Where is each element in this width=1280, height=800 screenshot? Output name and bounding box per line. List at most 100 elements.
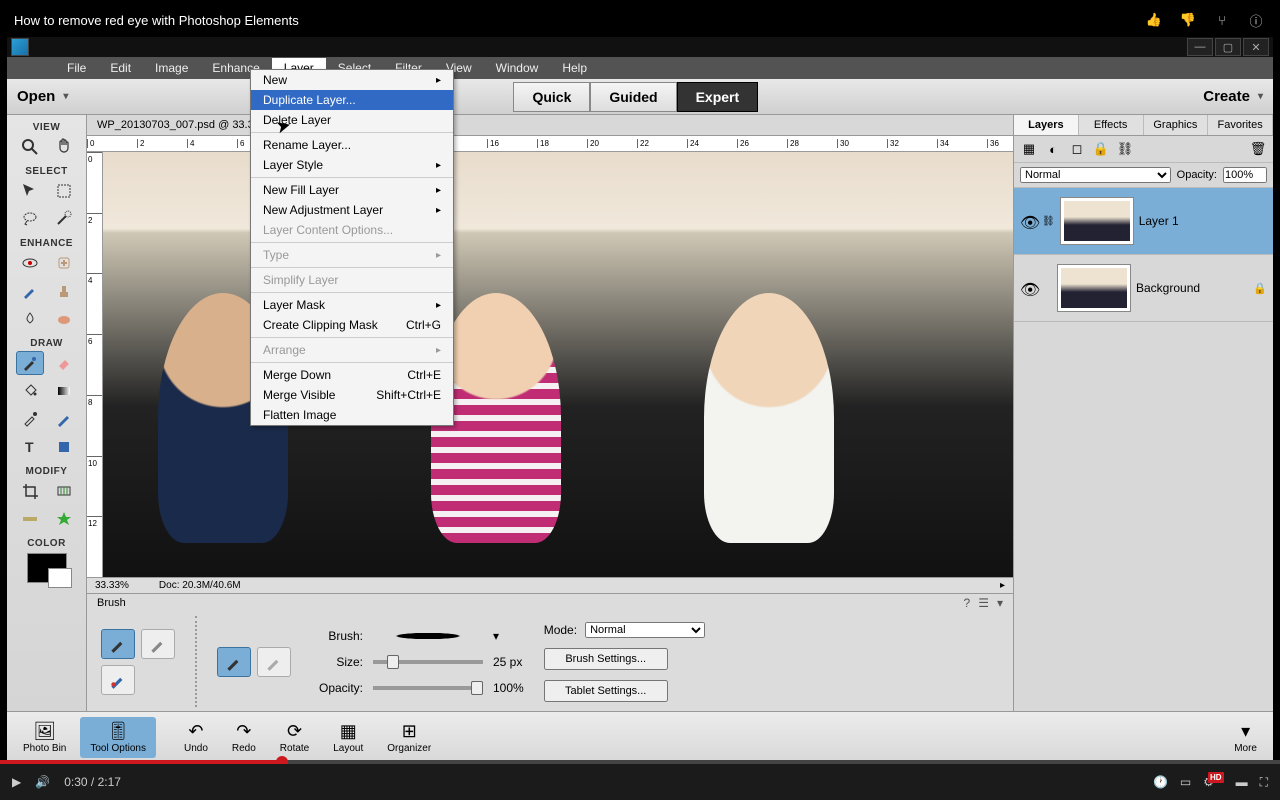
brush-tool[interactable] xyxy=(16,351,44,375)
delete-layer-icon[interactable]: 🗑 xyxy=(1249,140,1267,158)
zoom-tool[interactable] xyxy=(16,135,44,159)
panel-tab-layers[interactable]: Layers xyxy=(1014,115,1079,135)
mode-select[interactable]: Normal xyxy=(585,622,705,638)
help-icon[interactable]: ? xyxy=(964,596,971,610)
blend-mode-select[interactable]: Normal xyxy=(1020,167,1171,183)
statusbar-arrow-icon[interactable]: ▸ xyxy=(1000,580,1005,591)
link-layers-icon[interactable]: ⛓ xyxy=(1116,140,1134,158)
redo-button[interactable]: ↷Redo xyxy=(222,717,266,758)
collapse-icon[interactable]: ▾ xyxy=(997,596,1003,610)
type-tool[interactable]: T xyxy=(16,435,44,459)
layer-thumbnail[interactable] xyxy=(1058,265,1130,311)
menu-layer-mask[interactable]: Layer Mask xyxy=(251,295,453,315)
menu-layer-style[interactable]: Layer Style xyxy=(251,155,453,175)
menu-image[interactable]: Image xyxy=(143,58,200,78)
document-tab[interactable]: WP_20130703_007.psd @ 33.3% (Layer 1, RG… xyxy=(87,115,1013,136)
thumbs-down-icon[interactable]: 👎 xyxy=(1178,10,1198,30)
menu-edit[interactable]: Edit xyxy=(98,58,143,78)
brush-settings-button[interactable]: Brush Settings... xyxy=(544,648,668,670)
spot-heal-tool[interactable] xyxy=(50,251,78,275)
tool-options-button[interactable]: 🎚Tool Options xyxy=(80,717,156,758)
menu-window[interactable]: Window xyxy=(484,58,551,78)
visibility-icon[interactable]: 👁 xyxy=(1020,280,1036,296)
menu-duplicate-layer[interactable]: Duplicate Layer... xyxy=(251,90,453,110)
info-icon[interactable]: ⓘ xyxy=(1246,10,1266,30)
size-slider[interactable] xyxy=(373,660,483,664)
menu-file[interactable]: File xyxy=(55,58,98,78)
marquee-tool[interactable] xyxy=(50,179,78,203)
brush-variant-impressionist[interactable] xyxy=(141,629,175,659)
menu-new-adjustment-layer[interactable]: New Adjustment Layer xyxy=(251,200,453,220)
layer-thumbnail[interactable] xyxy=(1061,198,1133,244)
more-button[interactable]: ▾More xyxy=(1224,717,1267,758)
share-icon[interactable]: ⑂ xyxy=(1212,10,1232,30)
visibility-icon[interactable]: 👁 xyxy=(1020,213,1036,229)
blur-tool[interactable] xyxy=(16,307,44,331)
menu-help[interactable]: Help xyxy=(550,58,599,78)
brush-mode-paint[interactable] xyxy=(217,647,251,677)
menu-merge-down[interactable]: Merge DownCtrl+E xyxy=(251,365,453,385)
menu-flatten-image[interactable]: Flatten Image xyxy=(251,405,453,425)
lock-layer-icon[interactable]: 🔒 xyxy=(1092,140,1110,158)
clone-stamp-tool[interactable] xyxy=(50,279,78,303)
brush-mode-airbrush[interactable] xyxy=(257,647,291,677)
sponge-tool[interactable] xyxy=(50,307,78,331)
layer-name[interactable]: Layer 1 xyxy=(1139,214,1179,228)
adjustment-layer-icon[interactable]: ◐ xyxy=(1044,140,1062,158)
options-menu-icon[interactable]: ☰ xyxy=(978,596,989,610)
close-button[interactable]: ✕ xyxy=(1243,38,1269,56)
redeye-tool[interactable] xyxy=(16,251,44,275)
menu-rename-layer[interactable]: Rename Layer... xyxy=(251,135,453,155)
color-swatches[interactable] xyxy=(27,553,67,583)
menu-new[interactable]: New xyxy=(251,70,453,90)
opacity-slider[interactable] xyxy=(373,686,483,690)
watch-later-icon[interactable]: 🕐 xyxy=(1153,775,1168,789)
volume-icon[interactable]: 🔊 xyxy=(35,775,50,789)
layer-mask-icon[interactable]: ◻ xyxy=(1068,140,1086,158)
layer-name[interactable]: Background xyxy=(1136,281,1200,295)
brush-preview[interactable] xyxy=(373,629,483,643)
menu-create-clipping-mask[interactable]: Create Clipping MaskCtrl+G xyxy=(251,315,453,335)
fullscreen-icon[interactable]: ⛶ xyxy=(1260,775,1268,790)
photo-bin-button[interactable]: 🖼Photo Bin xyxy=(13,717,76,758)
layer-opacity-input[interactable] xyxy=(1223,167,1267,183)
brush-variant-brush[interactable] xyxy=(101,629,135,659)
layer-row[interactable]: 👁 ⛓ Layer 1 xyxy=(1014,188,1273,255)
mode-expert[interactable]: Expert xyxy=(677,82,759,112)
tablet-settings-button[interactable]: Tablet Settings... xyxy=(544,680,668,702)
mode-quick[interactable]: Quick xyxy=(513,82,590,112)
maximize-button[interactable]: ▢ xyxy=(1215,38,1241,56)
create-button[interactable]: Create xyxy=(1203,88,1263,105)
new-layer-icon[interactable]: ▦ xyxy=(1020,140,1038,158)
panel-tab-effects[interactable]: Effects xyxy=(1079,115,1144,135)
recompose-tool[interactable] xyxy=(50,479,78,503)
gradient-tool[interactable] xyxy=(50,379,78,403)
thumbs-up-icon[interactable]: 👍 xyxy=(1144,10,1164,30)
panel-tab-graphics[interactable]: Graphics xyxy=(1144,115,1209,135)
shape-tool[interactable] xyxy=(50,435,78,459)
organizer-button[interactable]: ⊞Organizer xyxy=(377,717,441,758)
straighten-tool[interactable] xyxy=(16,507,44,531)
smart-brush-tool[interactable] xyxy=(16,279,44,303)
move-tool[interactable] xyxy=(16,179,44,203)
mode-guided[interactable]: Guided xyxy=(590,82,676,112)
quick-select-tool[interactable] xyxy=(50,207,78,231)
menu-delete-layer[interactable]: Delete Layer xyxy=(251,110,453,130)
rotate-button[interactable]: ⟳Rotate xyxy=(270,717,319,758)
layout-button[interactable]: ▦Layout xyxy=(323,717,373,758)
panel-tab-favorites[interactable]: Favorites xyxy=(1208,115,1273,135)
play-button[interactable]: ▶ xyxy=(12,775,21,789)
eyedropper-tool[interactable] xyxy=(16,407,44,431)
minimize-button[interactable]: — xyxy=(1187,38,1213,56)
cookie-cutter-tool[interactable] xyxy=(50,507,78,531)
menu-merge-visible[interactable]: Merge VisibleShift+Ctrl+E xyxy=(251,385,453,405)
captions-icon[interactable]: ▭ xyxy=(1180,775,1191,789)
menu-new-fill-layer[interactable]: New Fill Layer xyxy=(251,180,453,200)
lasso-tool[interactable] xyxy=(16,207,44,231)
theater-icon[interactable]: ▬ xyxy=(1236,775,1248,789)
eraser-tool[interactable] xyxy=(50,351,78,375)
canvas[interactable] xyxy=(103,152,1013,577)
paint-bucket-tool[interactable] xyxy=(16,379,44,403)
pencil-tool[interactable] xyxy=(50,407,78,431)
settings-icon[interactable]: ⚙HD xyxy=(1203,775,1223,789)
